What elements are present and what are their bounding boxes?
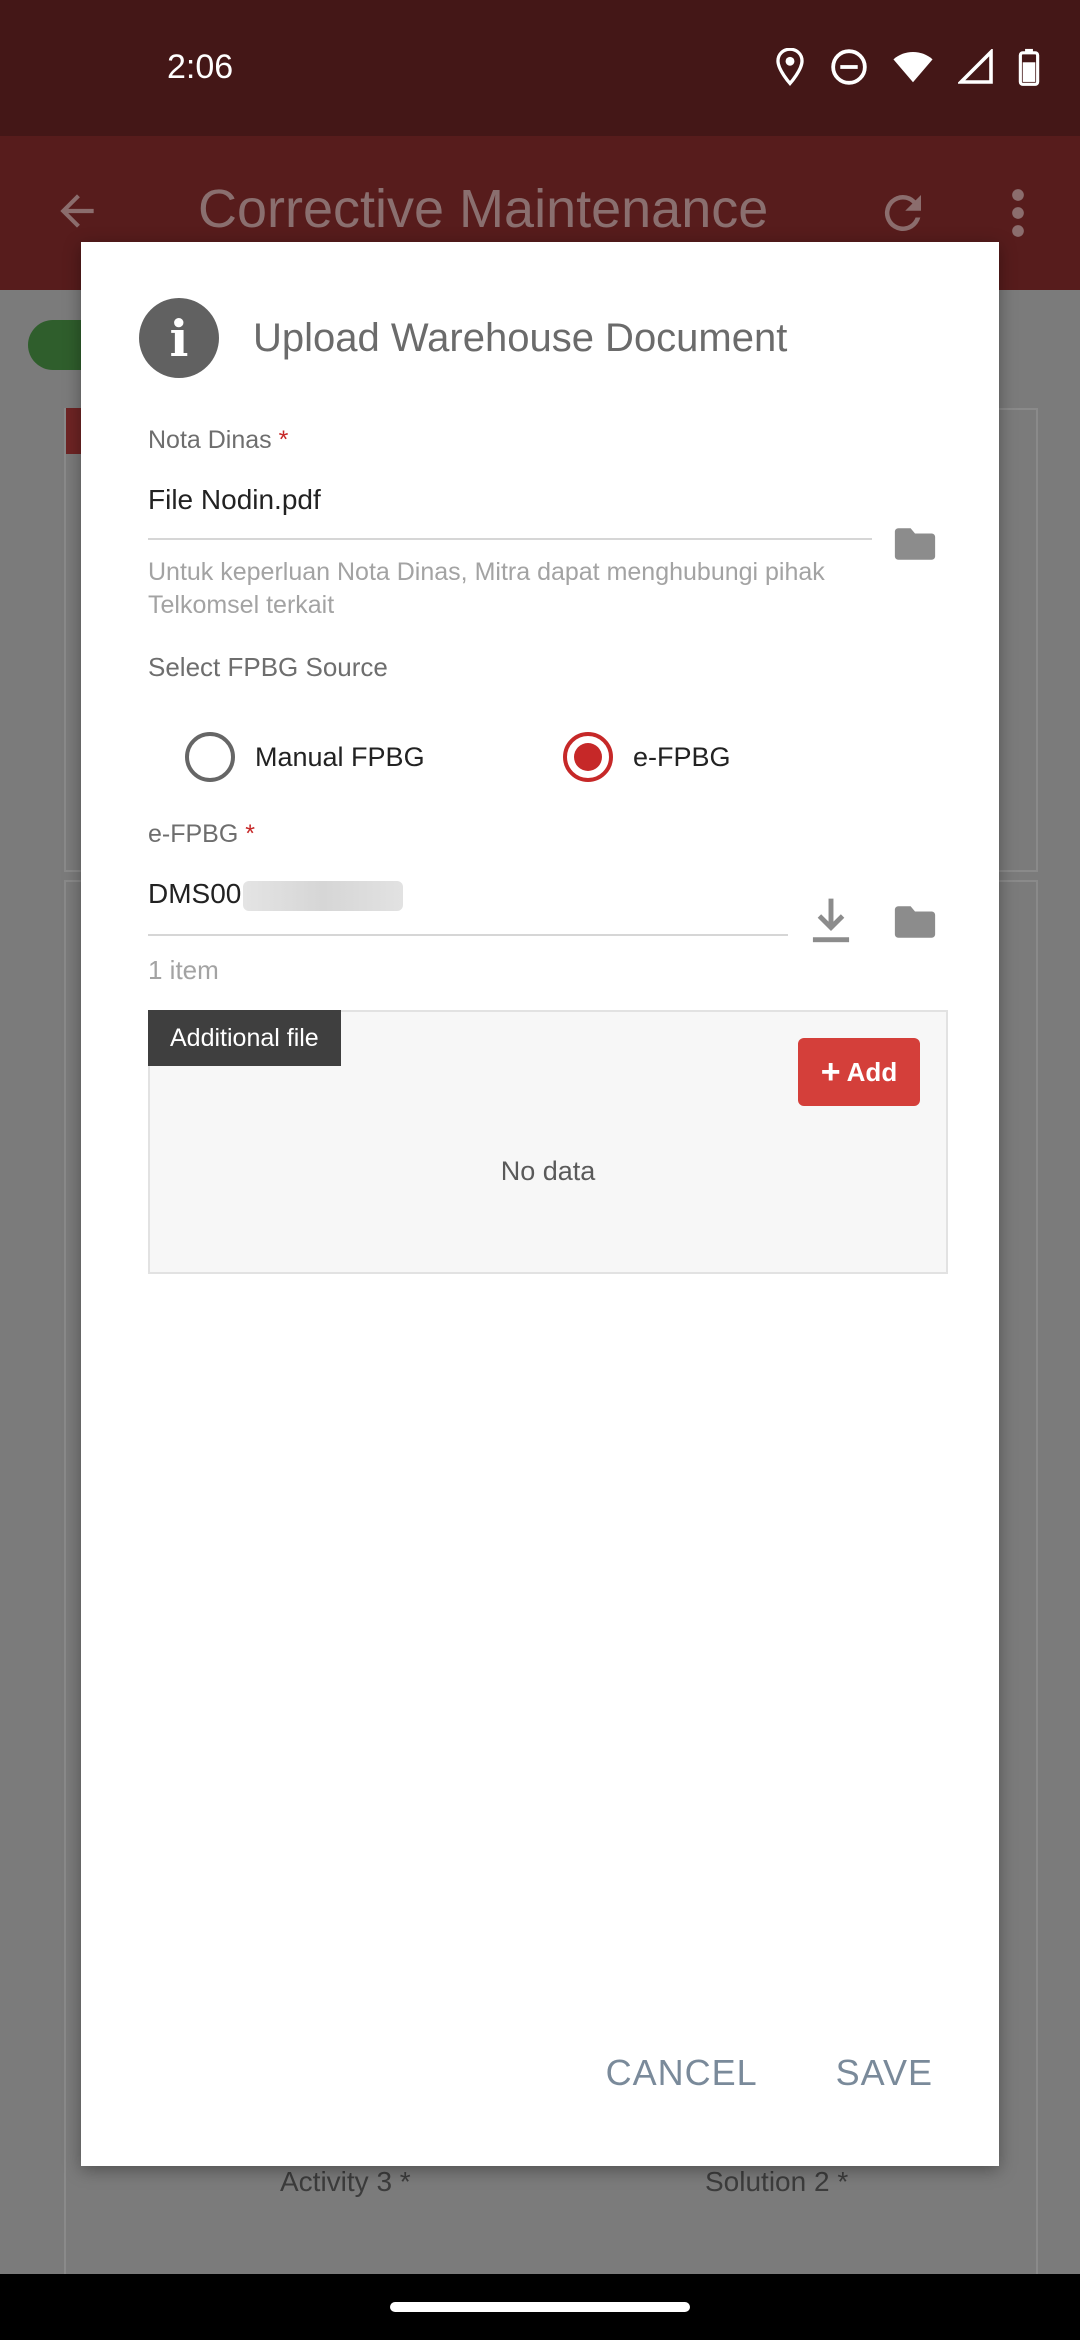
cancel-button[interactable]: CANCEL bbox=[606, 2052, 758, 2094]
dialog-actions: CANCEL SAVE bbox=[606, 2052, 933, 2094]
more-options-button[interactable] bbox=[1008, 186, 1028, 245]
e-fpbg-underline bbox=[148, 934, 788, 936]
e-fpbg-browse-button[interactable] bbox=[891, 898, 939, 946]
more-vert-icon bbox=[1012, 189, 1024, 237]
location-chip bbox=[28, 320, 88, 370]
nota-dinas-helper-text: Untuk keperluan Nota Dinas, Mitra dapat … bbox=[148, 558, 825, 619]
radio-checked-icon bbox=[563, 732, 613, 782]
wifi-icon bbox=[893, 52, 933, 83]
solution-2-label: Solution 2 * bbox=[705, 2166, 849, 2197]
dialog-header: i Upload Warehouse Document bbox=[139, 298, 787, 378]
radio-unchecked-icon bbox=[185, 732, 235, 782]
signal-icon bbox=[958, 49, 993, 84]
e-fpbg-download-button[interactable] bbox=[807, 896, 855, 944]
back-button[interactable] bbox=[52, 186, 102, 241]
plus-icon: + bbox=[820, 1052, 841, 1091]
save-button[interactable]: SAVE bbox=[836, 2052, 933, 2094]
nota-dinas-label: Nota Dinas * bbox=[148, 426, 289, 454]
app-title: Corrective Maintenance bbox=[198, 179, 769, 239]
radio-e-fpbg[interactable]: e-FPBG bbox=[563, 732, 731, 782]
dialog-title: Upload Warehouse Document bbox=[253, 315, 788, 360]
radio-manual-fpbg[interactable]: Manual FPBG bbox=[185, 732, 425, 782]
nota-dinas-browse-button[interactable] bbox=[891, 520, 939, 568]
navigation-bar bbox=[0, 2274, 1080, 2340]
radio-label: e-FPBG bbox=[633, 741, 731, 772]
download-icon bbox=[812, 898, 850, 943]
e-fpbg-item-count: 1 item bbox=[148, 955, 219, 985]
additional-file-section: Additional file + Add No data bbox=[148, 1010, 948, 1274]
refresh-icon bbox=[884, 194, 921, 231]
do-not-disturb-icon bbox=[831, 49, 867, 85]
refresh-button[interactable] bbox=[876, 186, 930, 245]
e-fpbg-label: e-FPBG * bbox=[148, 820, 255, 848]
home-gesture-handle[interactable] bbox=[390, 2302, 690, 2312]
upload-warehouse-document-dialog: i Upload Warehouse Document Nota Dinas *… bbox=[81, 242, 999, 2166]
folder-icon bbox=[894, 906, 936, 938]
no-data-text: No data bbox=[500, 1156, 596, 1186]
activity-3-label: Activity 3 * bbox=[280, 2166, 411, 2197]
fpbg-source-radio-group: Manual FPBG e-FPBG bbox=[81, 722, 999, 792]
info-icon: i bbox=[139, 298, 219, 378]
nota-dinas-field[interactable]: File Nodin.pdf bbox=[148, 484, 321, 516]
status-bar: 2:06 bbox=[0, 0, 1080, 136]
battery-icon bbox=[1018, 48, 1040, 86]
status-time: 2:06 bbox=[167, 48, 234, 86]
back-arrow-icon bbox=[60, 194, 94, 228]
radio-label: Manual FPBG bbox=[255, 741, 425, 772]
add-file-button[interactable]: + Add bbox=[798, 1038, 920, 1106]
location-icon bbox=[776, 48, 804, 86]
status-icons bbox=[774, 48, 1040, 86]
required-mark: * bbox=[245, 820, 255, 848]
nota-dinas-underline bbox=[148, 538, 872, 540]
e-fpbg-field[interactable]: DMS00 bbox=[148, 878, 404, 911]
redacted-value bbox=[243, 880, 404, 911]
required-mark: * bbox=[278, 426, 289, 454]
additional-file-tag: Additional file bbox=[148, 1010, 341, 1066]
fpbg-source-label: Select FPBG Source bbox=[148, 652, 388, 682]
folder-icon bbox=[894, 528, 936, 560]
